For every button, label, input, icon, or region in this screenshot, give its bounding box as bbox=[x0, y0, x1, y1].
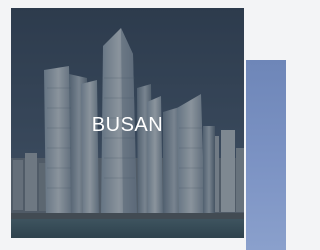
city-carousel: BUSAN bbox=[0, 0, 286, 250]
card-title: BUSAN bbox=[91, 114, 164, 136]
next-city-card[interactable] bbox=[246, 60, 286, 250]
city-card[interactable]: BUSAN bbox=[11, 8, 244, 238]
